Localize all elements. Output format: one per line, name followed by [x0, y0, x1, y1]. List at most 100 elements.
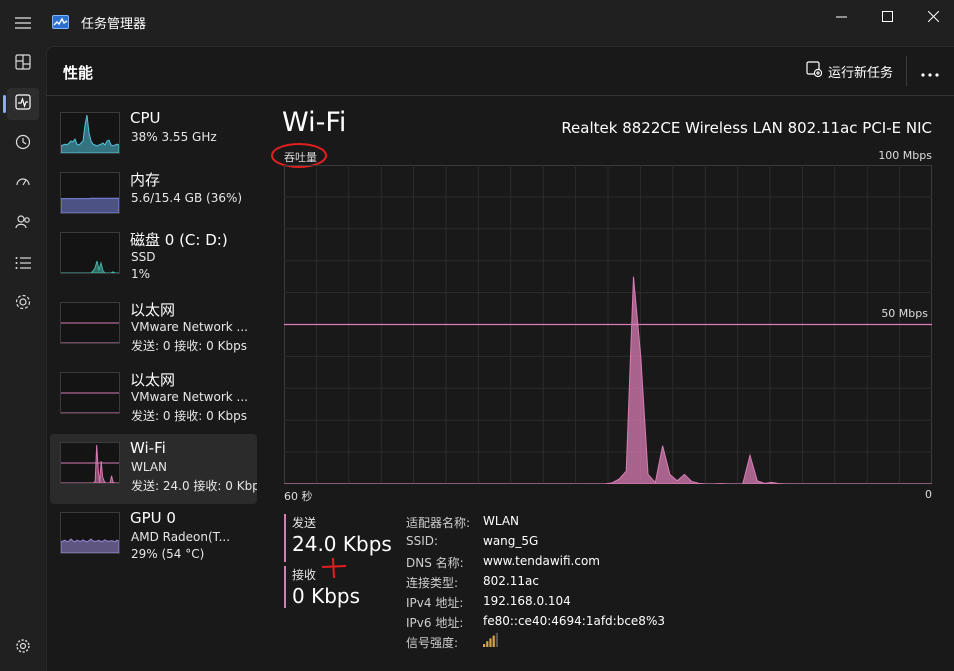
device-status: 发送: 0 接收: 0 Kbps — [131, 339, 247, 353]
ssid-value: wang_5G — [483, 534, 539, 548]
nav-processes[interactable] — [7, 48, 39, 80]
device-thumbnail-graph — [61, 260, 119, 273]
close-button[interactable] — [910, 0, 954, 32]
signal-bar — [495, 632, 498, 647]
signal-bar — [489, 638, 492, 647]
signal-bar — [483, 644, 486, 647]
nav-services[interactable] — [7, 288, 39, 320]
nav-settings[interactable] — [7, 632, 39, 664]
signal-strength-label: 信号强度: — [406, 636, 459, 650]
device-status: 5.6/15.4 GB (36%) — [131, 191, 243, 205]
device-status: 发送: 0 接收: 0 Kbps — [131, 409, 247, 423]
device-adapter: WLAN — [131, 460, 168, 474]
signal-bar — [486, 641, 489, 647]
device-thumbnail — [60, 372, 120, 414]
device-thumbnail-graph — [61, 114, 119, 153]
device-name: Wi-Fi — [130, 439, 166, 457]
maximize-button[interactable] — [864, 0, 910, 32]
ipv4-label: IPv4 地址: — [406, 596, 464, 610]
graph-threshold-label: 50 Mbps — [881, 307, 928, 320]
device-model: Realtek 8822CE Wireless LAN 802.11ac PCI… — [561, 119, 932, 137]
signal-bar — [492, 635, 495, 647]
connection-type-label: 连接类型: — [406, 576, 459, 590]
device-adapter: VMware Network ... — [131, 320, 248, 334]
device-thumbnail-graph — [61, 538, 119, 553]
device-type: SSD — [131, 250, 156, 264]
device-name: 磁盘 0 (C: D:) — [130, 231, 228, 249]
startup-apps-icon — [15, 174, 31, 194]
ipv4-value: 192.168.0.104 — [483, 594, 571, 608]
receive-label: 接收 — [292, 568, 317, 582]
more-icon — [921, 62, 939, 81]
nav-startup-apps[interactable] — [7, 168, 39, 200]
minimize-button[interactable] — [818, 0, 864, 32]
device-status: 38% 3.55 GHz — [131, 130, 217, 144]
ipv6-label: IPv6 地址: — [406, 616, 464, 630]
device-item-ethernet-2[interactable]: 以太网 VMware Network ... 发送: 0 接收: 0 Kbps — [50, 364, 257, 434]
dns-name-value: www.tendawifi.com — [483, 554, 600, 568]
device-name: 内存 — [130, 171, 161, 189]
receive-stat-bar — [284, 566, 286, 608]
send-value: 24.0 Kbps — [292, 532, 392, 556]
settings-icon — [15, 638, 31, 658]
dns-name-label: DNS 名称: — [406, 556, 464, 570]
red-plus-annotation — [321, 557, 347, 579]
throughput-graph — [284, 165, 932, 484]
run-new-task-button[interactable]: 运行新任务 — [806, 60, 893, 82]
app-history-icon — [15, 134, 31, 154]
device-thumbnail — [60, 232, 120, 274]
more-options-button[interactable] — [916, 60, 944, 82]
task-manager-app-icon — [52, 14, 69, 29]
device-item-ethernet-1[interactable]: 以太网 VMware Network ... 发送: 0 接收: 0 Kbps — [50, 294, 257, 364]
nav-menu-button[interactable] — [7, 8, 39, 40]
run-new-task-label: 运行新任务 — [828, 65, 894, 81]
active-nav-indicator — [3, 95, 6, 113]
thumbnail-series — [61, 260, 119, 273]
device-item-wifi[interactable]: Wi-Fi WLAN 发送: 24.0 接收: 0 Kbps — [50, 434, 257, 504]
ipv6-value: fe80::ce40:4694:1afd:bce8%3 — [483, 614, 665, 628]
device-status: 发送: 24.0 接收: 0 Kbps — [131, 479, 257, 493]
device-thumbnail-graph — [61, 322, 119, 343]
graph-x-start-label: 60 秒 — [284, 490, 313, 503]
page-title: 性能 — [63, 64, 94, 82]
device-status: 29% (54 °C) — [131, 547, 205, 561]
graph-x-end-label: 0 — [925, 488, 932, 501]
device-thumbnail-graph — [61, 444, 119, 483]
device-adapter: VMware Network ... — [131, 390, 248, 404]
nav-users[interactable] — [7, 208, 39, 240]
performance-icon — [15, 94, 31, 114]
send-stat-bar — [284, 514, 286, 562]
thumbnail-series — [61, 444, 119, 483]
device-item-gpu[interactable]: GPU 0 AMD Radeon(T... 29% (54 °C) — [50, 504, 257, 574]
device-model: AMD Radeon(T... — [131, 530, 231, 544]
device-thumbnail — [60, 442, 120, 484]
device-name: 以太网 — [130, 371, 176, 389]
device-thumbnail-graph — [61, 392, 119, 413]
device-thumbnail — [60, 512, 120, 554]
signal-strength-icon — [483, 632, 499, 651]
header-divider — [906, 56, 907, 86]
nav-app-history[interactable] — [7, 128, 39, 160]
device-name: 以太网 — [130, 301, 176, 319]
device-title: Wi-Fi — [282, 107, 347, 138]
device-item-disk[interactable]: 磁盘 0 (C: D:) SSD 1% — [50, 224, 257, 294]
receive-value: 0 Kbps — [292, 584, 361, 608]
device-name: GPU 0 — [130, 509, 176, 527]
minimize-icon — [835, 7, 847, 26]
ssid-label: SSID: — [406, 534, 439, 548]
device-thumbnail-graph — [61, 197, 119, 213]
device-status: 1% — [131, 267, 151, 281]
adapter-name-label: 适配器名称: — [406, 516, 471, 530]
processes-icon — [15, 54, 31, 74]
adapter-name-value: WLAN — [483, 514, 520, 528]
nav-performance[interactable] — [7, 88, 39, 120]
connection-type-value: 802.11ac — [483, 574, 539, 588]
hamburger-menu-icon — [15, 15, 31, 34]
thumbnail-series — [61, 538, 119, 553]
send-label: 发送 — [292, 516, 317, 530]
graph-y-max-label: 100 Mbps — [878, 149, 932, 162]
run-new-task-icon — [806, 61, 823, 81]
thumbnail-series — [61, 114, 119, 153]
nav-details[interactable] — [7, 248, 39, 280]
device-thumbnail — [60, 112, 120, 154]
